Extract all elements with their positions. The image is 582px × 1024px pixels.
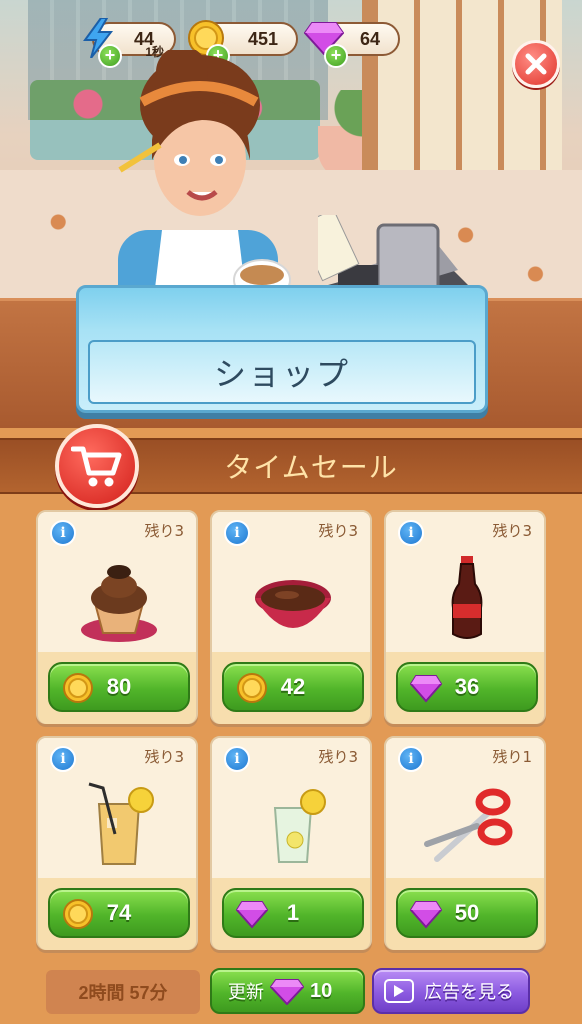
buy-button[interactable]: 42	[222, 662, 364, 712]
info-button[interactable]: i	[50, 520, 76, 546]
add-gems-button[interactable]: +	[324, 44, 348, 68]
buy-button[interactable]: 1	[222, 888, 364, 938]
sale-item-card[interactable]: i 残り1 50	[384, 736, 546, 950]
info-button[interactable]: i	[224, 520, 250, 546]
shopping-cart-icon	[55, 424, 139, 508]
refresh-timer: 2時間 57分	[46, 970, 200, 1014]
scissors-icon	[424, 788, 513, 862]
price-value: 74	[106, 900, 132, 925]
refresh-label: 更新	[228, 982, 264, 1003]
buy-button[interactable]: 80	[48, 662, 190, 712]
buy-button[interactable]: 74	[48, 888, 190, 938]
watch-ad-label: 広告を見る	[424, 982, 514, 1003]
gems-value: 64	[359, 28, 380, 49]
info-button[interactable]: i	[398, 520, 424, 546]
sale-item-card[interactable]: i 残り3 42	[210, 510, 372, 724]
chocolate-bowl-icon	[255, 580, 331, 628]
coin-icon	[63, 673, 93, 703]
gem-icon	[410, 675, 442, 703]
price-value: 50	[454, 900, 480, 925]
remaining-count: 残り3	[144, 522, 184, 540]
sale-item-card[interactable]: i 残り3 80	[36, 510, 198, 724]
price-value: 80	[106, 674, 132, 699]
price-value: 1	[286, 900, 300, 925]
remaining-count: 残り3	[318, 522, 358, 540]
iced-tea-icon	[88, 782, 154, 865]
chocolate-cupcake-icon	[81, 565, 157, 642]
gems-counter[interactable]: 64 +	[304, 22, 400, 68]
play-video-icon	[384, 979, 414, 1003]
gem-icon	[236, 901, 268, 929]
sale-item-card[interactable]: i 残り3 36	[384, 510, 546, 724]
coin-icon	[63, 899, 93, 929]
remaining-count: 残り3	[144, 748, 184, 766]
refresh-button[interactable]: 更新 10	[210, 968, 365, 1014]
sale-item-card[interactable]: i 残り3 1	[210, 736, 372, 950]
bottom-bar: 2時間 57分 更新 10 広告を見る	[0, 960, 582, 1024]
buy-button[interactable]: 50	[396, 888, 538, 938]
buy-button[interactable]: 36	[396, 662, 538, 712]
sale-item-card[interactable]: i 残り3 74	[36, 736, 198, 950]
info-button[interactable]: i	[50, 746, 76, 772]
remaining-count: 残り1	[492, 748, 532, 766]
shop-banner-label: ショップ	[88, 340, 476, 404]
info-button[interactable]: i	[224, 746, 250, 772]
close-button[interactable]	[512, 40, 560, 88]
gem-icon	[270, 979, 304, 1005]
info-button[interactable]: i	[398, 746, 424, 772]
watch-ad-button[interactable]: 広告を見る	[372, 968, 530, 1014]
refresh-cost: 10	[310, 979, 333, 1002]
shop-title: ショップ	[213, 355, 350, 393]
gem-icon	[410, 901, 442, 929]
close-icon	[525, 53, 547, 75]
coin-icon	[237, 673, 267, 703]
remaining-count: 残り3	[318, 748, 358, 766]
cola-bottle-icon	[451, 556, 483, 639]
remaining-count: 残り3	[492, 522, 532, 540]
lemon-water-icon	[273, 789, 326, 863]
price-value: 42	[280, 674, 306, 699]
coins-value: 451	[247, 28, 278, 49]
price-value: 36	[454, 674, 480, 699]
sale-items-grid: i 残り3 80 i 残り3 42 i 残り3 36 i 残り3 74 i 残り…	[36, 510, 546, 950]
